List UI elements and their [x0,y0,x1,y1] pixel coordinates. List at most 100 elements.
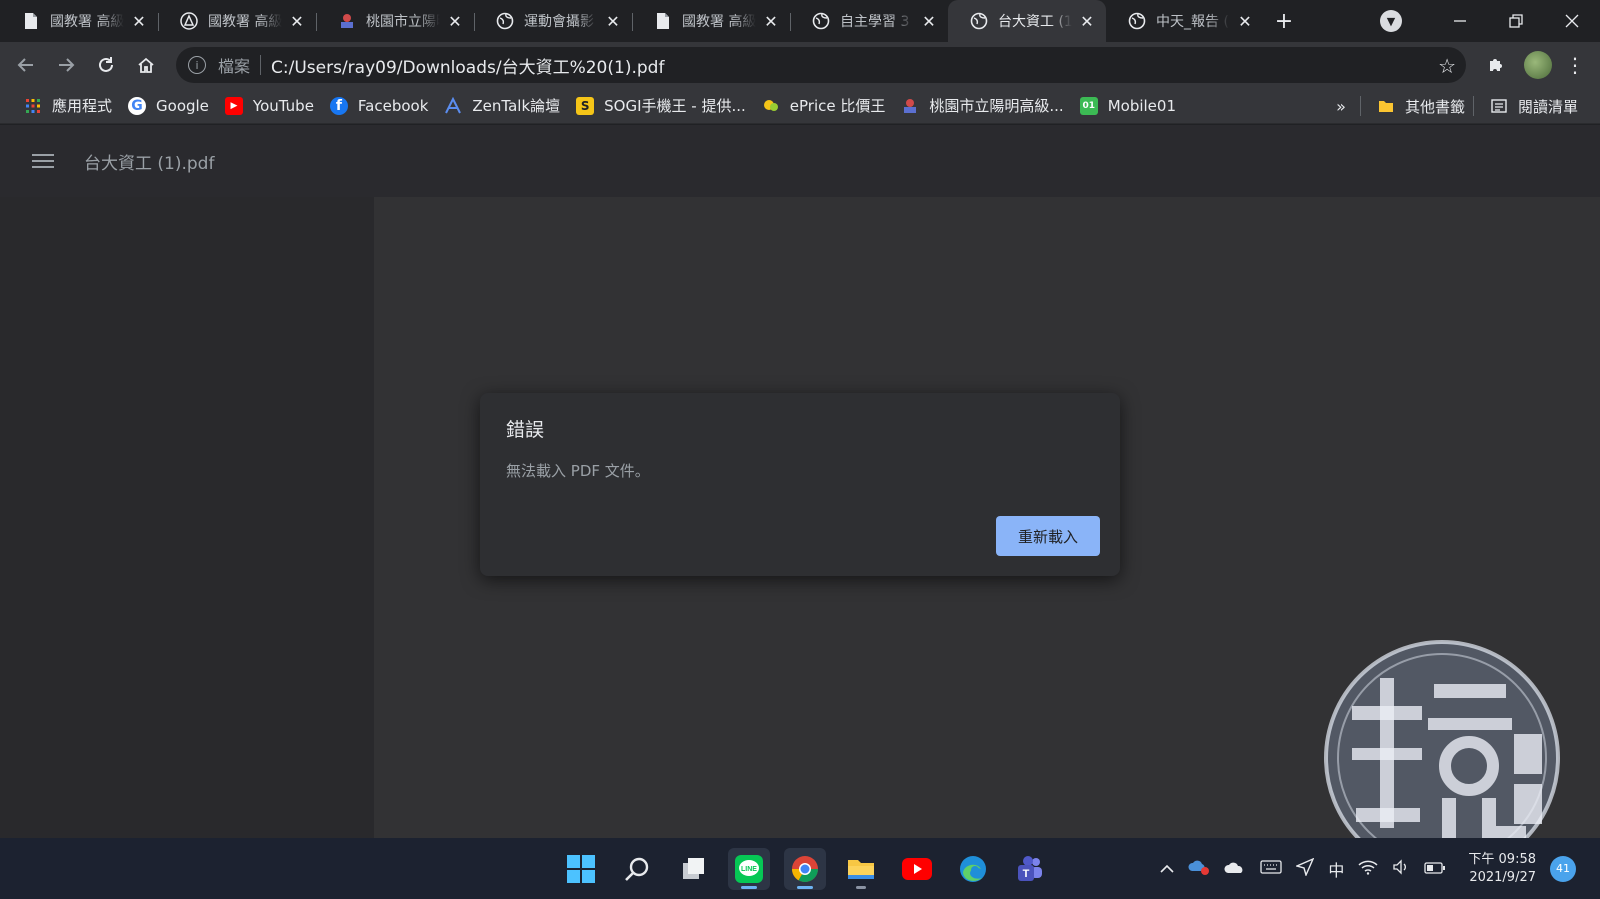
tab-7-active[interactable]: 台大資工 (1 ✕ [948,0,1106,42]
tab-search-button[interactable]: ▼ [1380,10,1402,32]
location-arrow-icon[interactable] [1295,857,1315,880]
bookmark-apps[interactable]: 應用程式 [16,92,120,120]
menu-dots-icon[interactable]: ⋮ [1560,53,1590,77]
browser-toolbar: i 檔案 C:/Users/ray09/Downloads/台大資工%20(1)… [0,42,1600,88]
bookmark-eprice[interactable]: ePrice 比價王 [754,92,894,120]
error-dialog: 錯誤 無法載入 PDF 文件。 重新載入 [480,393,1120,576]
tab-title: 國教署 高級 [682,14,756,30]
volume-icon[interactable] [1392,858,1410,879]
dialog-title: 錯誤 [506,419,545,441]
pdf-thumbnail-sidebar [0,197,374,838]
task-view-icon [683,857,704,879]
bookmark-label: YouTube [252,96,314,115]
taskbar-youtube-app[interactable] [896,848,938,890]
forward-button[interactable] [46,45,86,85]
close-icon[interactable]: ✕ [1078,12,1096,31]
notification-count-badge[interactable]: 41 [1550,855,1576,882]
bookmark-google[interactable]: G Google [120,92,217,120]
tab-3[interactable]: 桃園市立陽明 ✕ [316,0,474,42]
line-app-icon: LINE [735,854,763,883]
tab-8[interactable]: 中天_報告 ( ✕ [1106,0,1264,42]
bookmark-youtube[interactable]: ▶ YouTube [217,92,322,120]
reading-list-button[interactable]: 閱讀清單 [1482,92,1586,120]
taskbar-edge-app[interactable] [952,848,994,890]
cloud-icon[interactable] [1224,859,1246,878]
sogi-icon: S [576,96,595,115]
taskbar-file-explorer[interactable] [840,848,882,890]
pdf-viewer-header: 台大資工 (1).pdf [0,125,1600,197]
address-bar[interactable]: i 檔案 C:/Users/ray09/Downloads/台大資工%20(1)… [176,47,1466,83]
globe-icon [1128,12,1146,30]
bookmark-label: 應用程式 [52,97,113,115]
reload-pdf-button[interactable]: 重新載入 [996,516,1100,556]
toolbar-right: ⋮ [1476,45,1590,85]
taskbar-teams-app[interactable]: T [1008,848,1050,890]
tab-1[interactable]: 國教署 高級 ✕ [0,0,158,42]
bookmark-label: Mobile01 [1107,96,1176,115]
close-icon[interactable]: ✕ [604,12,622,31]
onedrive-error-icon[interactable] [1188,859,1210,879]
chevron-up-icon[interactable] [1160,859,1174,878]
taskbar-chrome-app[interactable] [784,847,826,890]
bookmark-label: Facebook [357,96,429,115]
taskbar-search-button[interactable] [616,848,658,890]
tab-title: 自主學習 3 [840,14,910,30]
folder-icon [1377,97,1395,115]
tab-5[interactable]: 國教署 高級 ✕ [632,0,790,42]
puzzle-icon [1490,59,1502,71]
start-button[interactable] [560,848,602,890]
new-tab-button[interactable]: + [1264,0,1304,42]
close-icon[interactable]: ✕ [1236,12,1254,31]
taskbar-clock[interactable]: 下午 09:58 2021/9/27 [1468,851,1536,887]
close-icon[interactable]: ✕ [446,12,464,31]
profile-avatar[interactable] [1524,51,1552,79]
close-window-button[interactable] [1544,0,1600,42]
input-method-indicator[interactable]: 中 [1328,857,1344,881]
task-view-button[interactable] [672,848,714,890]
close-icon[interactable]: ✕ [762,12,780,31]
reload-icon [99,57,113,72]
back-button[interactable] [6,45,46,85]
bookmark-sogi[interactable]: S SOGI手機王 - 提供... [568,92,754,120]
reload-button[interactable] [86,45,126,85]
bookmark-star-icon[interactable]: ☆ [1438,54,1456,78]
extensions-button[interactable] [1476,45,1516,85]
keyboard-icon[interactable] [1260,859,1283,878]
chevron-down-icon: ▼ [1386,14,1396,28]
tab-6[interactable]: 自主學習 3 ✕ [790,0,948,42]
tab-2[interactable]: 國教署 高級 ✕ [158,0,316,42]
other-bookmarks-folder[interactable]: 其他書籤 [1369,92,1473,120]
taskbar-apps: LINE T [560,838,1050,899]
bookmark-school[interactable]: 桃園市立陽明高級... [893,92,1071,120]
restore-button[interactable] [1488,0,1544,42]
info-icon[interactable]: i [188,56,206,74]
bookmark-facebook[interactable]: f Facebook [322,92,436,120]
tab-title: 國教署 高級 [208,14,282,30]
close-icon[interactable]: ✕ [288,12,306,31]
battery-icon[interactable] [1424,859,1446,878]
svg-text:T: T [1023,868,1030,880]
bookmark-label: SOGI手機王 - 提供... [604,97,746,115]
bookmark-zentalk[interactable]: ZenTalk論壇 [436,92,568,120]
close-icon[interactable]: ✕ [130,12,148,31]
menu-icon[interactable] [32,154,54,168]
chrome-icon [791,855,819,882]
bookmark-mobile01[interactable]: 01 Mobile01 [1072,92,1184,120]
bookmark-label: ePrice 比價王 [789,97,886,115]
url-text[interactable]: C:/Users/ray09/Downloads/台大資工%20(1).pdf [271,53,664,78]
tab-4[interactable]: 運動會攝影 ✕ [474,0,632,42]
teams-icon: T [1018,855,1042,881]
tab-strip: 國教署 高級 ✕ 國教署 高級 ✕ 桃園市立陽明 ✕ 運動會攝影 ✕ [0,0,1600,42]
wifi-icon[interactable] [1358,859,1378,879]
windows-logo-icon [567,854,595,883]
home-button[interactable] [126,45,166,85]
plus-icon: + [1274,8,1294,34]
system-tray: 中 下午 09:58 2021/9/27 41 [1160,838,1576,899]
bookmarks-overflow-button[interactable]: » [1336,97,1346,116]
restore-icon [1509,14,1523,28]
bookmark-label: Google [156,96,209,115]
taskbar-line-app[interactable]: LINE [728,847,770,890]
close-icon[interactable]: ✕ [920,12,938,31]
minimize-button[interactable] [1432,0,1488,42]
home-icon [138,57,154,73]
